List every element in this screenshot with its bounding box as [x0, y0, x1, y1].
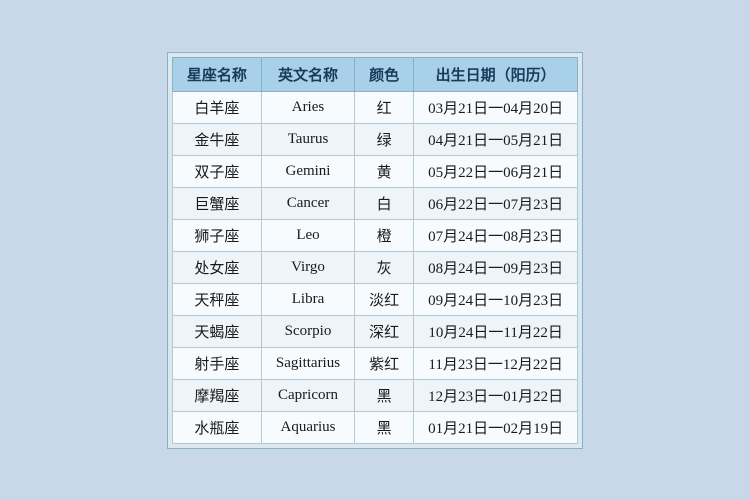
header-english-name: 英文名称 [261, 57, 354, 91]
cell-color: 红 [355, 91, 414, 123]
table-row: 射手座Sagittarius紫红11月23日一12月22日 [172, 347, 577, 379]
cell-chinese-name: 巨蟹座 [172, 187, 261, 219]
cell-color: 绿 [355, 123, 414, 155]
cell-english-name: Aries [261, 91, 354, 123]
cell-color: 灰 [355, 251, 414, 283]
cell-dates: 11月23日一12月22日 [414, 347, 578, 379]
cell-color: 橙 [355, 219, 414, 251]
table-row: 狮子座Leo橙07月24日一08月23日 [172, 219, 577, 251]
cell-dates: 01月21日一02月19日 [414, 411, 578, 443]
cell-chinese-name: 白羊座 [172, 91, 261, 123]
cell-english-name: Scorpio [261, 315, 354, 347]
cell-chinese-name: 摩羯座 [172, 379, 261, 411]
cell-color: 深红 [355, 315, 414, 347]
table-row: 白羊座Aries红03月21日一04月20日 [172, 91, 577, 123]
cell-chinese-name: 天蝎座 [172, 315, 261, 347]
cell-chinese-name: 狮子座 [172, 219, 261, 251]
cell-color: 黑 [355, 379, 414, 411]
cell-english-name: Taurus [261, 123, 354, 155]
table-row: 双子座Gemini黄05月22日一06月21日 [172, 155, 577, 187]
zodiac-table: 星座名称 英文名称 颜色 出生日期（阳历） 白羊座Aries红03月21日一04… [172, 57, 578, 444]
cell-english-name: Aquarius [261, 411, 354, 443]
header-dates: 出生日期（阳历） [414, 57, 578, 91]
cell-english-name: Sagittarius [261, 347, 354, 379]
cell-dates: 08月24日一09月23日 [414, 251, 578, 283]
cell-english-name: Virgo [261, 251, 354, 283]
cell-english-name: Leo [261, 219, 354, 251]
cell-english-name: Capricorn [261, 379, 354, 411]
cell-dates: 12月23日一01月22日 [414, 379, 578, 411]
zodiac-table-container: 星座名称 英文名称 颜色 出生日期（阳历） 白羊座Aries红03月21日一04… [167, 52, 583, 449]
header-chinese-name: 星座名称 [172, 57, 261, 91]
cell-chinese-name: 射手座 [172, 347, 261, 379]
cell-english-name: Libra [261, 283, 354, 315]
table-header-row: 星座名称 英文名称 颜色 出生日期（阳历） [172, 57, 577, 91]
table-row: 巨蟹座Cancer白06月22日一07月23日 [172, 187, 577, 219]
cell-dates: 06月22日一07月23日 [414, 187, 578, 219]
cell-dates: 04月21日一05月21日 [414, 123, 578, 155]
cell-chinese-name: 处女座 [172, 251, 261, 283]
table-row: 处女座Virgo灰08月24日一09月23日 [172, 251, 577, 283]
table-body: 白羊座Aries红03月21日一04月20日金牛座Taurus绿04月21日一0… [172, 91, 577, 443]
table-row: 天蝎座Scorpio深红10月24日一11月22日 [172, 315, 577, 347]
cell-chinese-name: 金牛座 [172, 123, 261, 155]
cell-color: 紫红 [355, 347, 414, 379]
cell-color: 黄 [355, 155, 414, 187]
cell-dates: 03月21日一04月20日 [414, 91, 578, 123]
cell-english-name: Cancer [261, 187, 354, 219]
table-row: 天秤座Libra淡红09月24日一10月23日 [172, 283, 577, 315]
table-row: 水瓶座Aquarius黑01月21日一02月19日 [172, 411, 577, 443]
cell-dates: 05月22日一06月21日 [414, 155, 578, 187]
cell-english-name: Gemini [261, 155, 354, 187]
table-row: 摩羯座Capricorn黑12月23日一01月22日 [172, 379, 577, 411]
table-row: 金牛座Taurus绿04月21日一05月21日 [172, 123, 577, 155]
cell-dates: 10月24日一11月22日 [414, 315, 578, 347]
cell-chinese-name: 双子座 [172, 155, 261, 187]
cell-chinese-name: 天秤座 [172, 283, 261, 315]
cell-dates: 07月24日一08月23日 [414, 219, 578, 251]
cell-dates: 09月24日一10月23日 [414, 283, 578, 315]
cell-color: 白 [355, 187, 414, 219]
cell-chinese-name: 水瓶座 [172, 411, 261, 443]
header-color: 颜色 [355, 57, 414, 91]
cell-color: 淡红 [355, 283, 414, 315]
cell-color: 黑 [355, 411, 414, 443]
